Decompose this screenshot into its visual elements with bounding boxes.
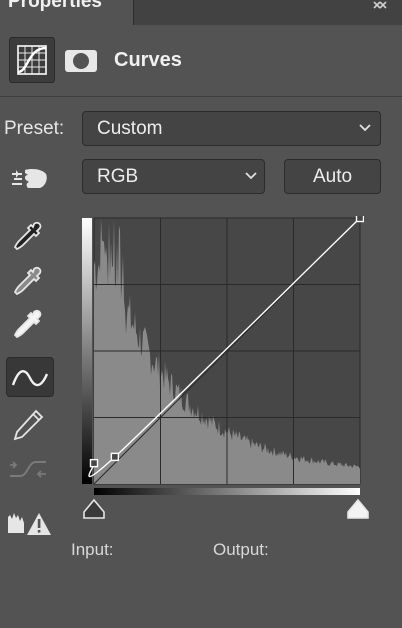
curves-graph[interactable] [82,216,364,496]
curve-control-point[interactable] [89,458,99,468]
input-label: Input: [71,540,114,559]
tab-properties-label: Properties [8,0,102,12]
output-gradient-bar [82,218,92,484]
chevron-down-icon [245,172,257,180]
preset-value: Custom [97,118,163,139]
header-divider [0,96,402,97]
curve-control-point[interactable] [110,452,120,462]
layer-mask-icon[interactable] [65,50,97,72]
pencil-draw-icon[interactable] [6,405,54,445]
auto-button-label: Auto [312,166,353,187]
panel-tab-bar: Properties [0,0,402,25]
white-point-eyedropper-icon[interactable] [6,306,54,346]
smooth-curve-icon[interactable] [6,450,54,490]
channel-dropdown[interactable]: RGB [82,159,265,194]
channel-value: RGB [97,166,139,187]
auto-button[interactable]: Auto [284,159,381,194]
panel-title: Curves [114,49,182,71]
preset-dropdown[interactable]: Custom [82,111,381,146]
curve-control-point[interactable] [355,216,364,223]
target-adjustment-hand-icon[interactable] [6,160,54,200]
white-input-slider-handle[interactable] [346,498,372,522]
input-gradient-bar [94,488,360,495]
tab-properties[interactable]: Properties [0,0,134,25]
black-point-eyedropper-icon[interactable] [6,218,54,258]
curves-adjustment-icon[interactable] [9,37,55,83]
black-input-slider-handle[interactable] [82,498,108,522]
clipping-warning-icon[interactable] [6,505,54,545]
output-label: Output: [213,540,269,559]
edit-points-curve-icon[interactable] [6,357,54,397]
preset-label: Preset: [4,118,65,139]
double-close-icon[interactable] [368,0,392,20]
gray-point-eyedropper-icon[interactable] [6,263,54,303]
chevron-down-icon [359,124,371,132]
